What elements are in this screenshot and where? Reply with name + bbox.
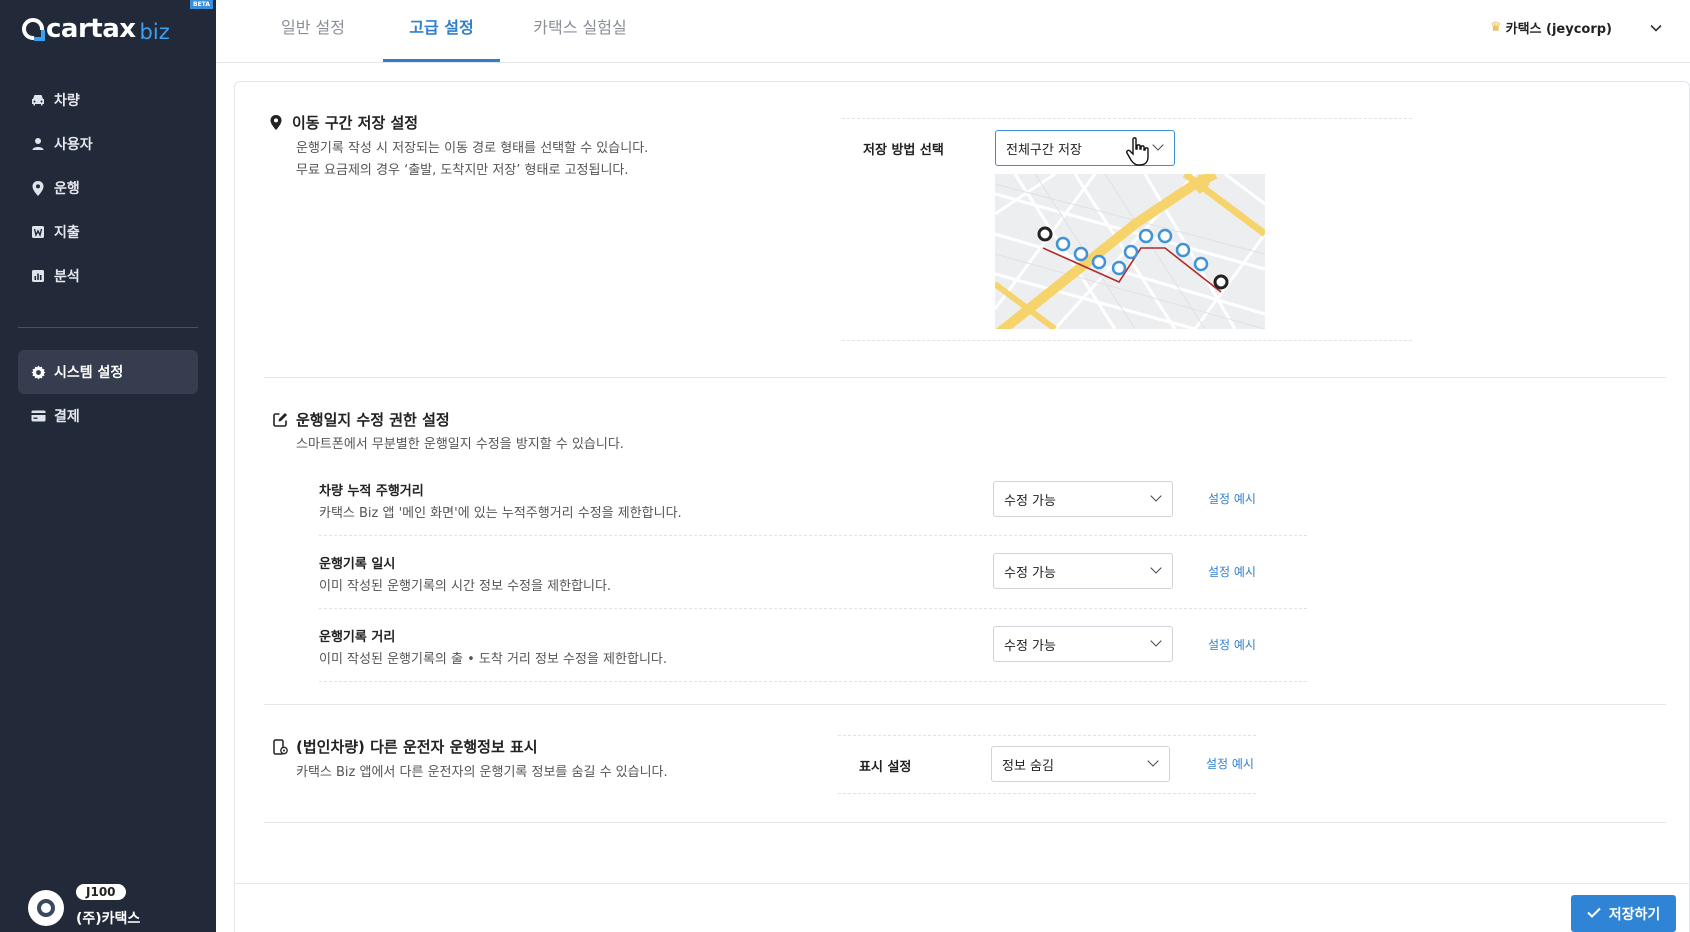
check-icon: [1587, 906, 1601, 922]
tab-cartax-lab[interactable]: 카택스 실험실: [510, 0, 650, 62]
save-button[interactable]: 저장하기: [1571, 895, 1676, 932]
sidebar-item-label: 운행: [54, 181, 80, 197]
divider: [319, 608, 1307, 609]
divider: [842, 340, 1412, 341]
sidebar-item-system-settings[interactable]: 시스템 설정: [18, 350, 198, 394]
section-title-text: (법인차량) 다른 운전자 운행정보 표시: [296, 738, 538, 756]
sidebar-item-analysis[interactable]: 분석: [18, 254, 198, 298]
sidebar-item-expense[interactable]: 지출: [18, 210, 198, 254]
route-save-desc-line1: 운행기록 작성 시 저장되는 이동 경로 형태를 선택할 수 있습니다.: [296, 141, 649, 156]
sidebar-item-vehicle[interactable]: 차량: [18, 78, 198, 122]
top-tabs-bar: 일반 설정 고급 설정 카택스 실험실 ♛ 카택스 (jeycorp): [216, 0, 1690, 63]
divider: [838, 735, 1256, 736]
sidebar-divider: [18, 327, 198, 328]
logo-mark-icon: [22, 18, 45, 41]
save-method-label: 저장 방법 선택: [863, 143, 944, 158]
sidebar-item-user[interactable]: 사용자: [18, 122, 198, 166]
sidebar-settings-nav: 시스템 설정 결제: [18, 350, 198, 438]
plan-badge: J100: [76, 884, 126, 900]
user-menu[interactable]: ♛ 카택스 (jeycorp): [1490, 18, 1662, 37]
save-button-label: 저장하기: [1608, 906, 1661, 923]
chevron-down-icon: [1150, 490, 1162, 502]
brand-name: cartax: [46, 14, 136, 44]
route-preview-map: [995, 174, 1265, 329]
tab-general-settings[interactable]: 일반 설정: [258, 0, 368, 62]
divider: [319, 535, 1307, 536]
gear-icon: [30, 364, 46, 380]
trip-time-permission-select[interactable]: 수정 가능: [993, 553, 1173, 589]
avatar: [28, 890, 64, 926]
divider: [842, 118, 1412, 119]
section-title-text: 이동 구간 저장 설정: [292, 114, 419, 132]
footer-divider: [234, 883, 1690, 884]
chevron-down-icon: [1150, 635, 1162, 647]
sidebar-item-label: 시스템 설정: [54, 365, 124, 381]
phone-lock-icon: [272, 738, 288, 755]
trip-distance-row-desc: 이미 작성된 운행기록의 출 • 도착 거리 정보 수정을 제한합니다.: [319, 652, 667, 667]
company-logo-icon: [37, 899, 55, 917]
save-method-value: 전체구간 저장: [1006, 142, 1082, 158]
sidebar-nav: 차량 사용자 운행 지출 분석: [18, 78, 198, 298]
receipt-icon: [30, 224, 46, 240]
trip-distance-row-title: 운행기록 거리: [319, 630, 396, 645]
driver-info-description: 카택스 Biz 앱에서 다른 운전자의 운행기록 정보를 숨길 수 있습니다.: [296, 765, 668, 780]
location-pin-icon: [30, 180, 46, 196]
chevron-down-icon: [1650, 20, 1662, 36]
chart-icon: [30, 268, 46, 284]
sidebar-item-label: 결제: [54, 409, 80, 425]
brand-suffix: biz: [139, 20, 170, 44]
car-icon: [30, 92, 46, 108]
trip-time-row-title: 운행기록 일시: [319, 557, 396, 572]
location-pin-icon: [268, 115, 284, 131]
section-divider: [264, 822, 1666, 823]
display-example-link[interactable]: 설정 예시: [1206, 755, 1254, 772]
divider: [838, 793, 1256, 794]
odometer-row-title: 차량 누적 주행거리: [319, 484, 424, 499]
trip-time-example-link[interactable]: 설정 예시: [1208, 563, 1256, 580]
sidebar-item-trips[interactable]: 운행: [18, 166, 198, 210]
beta-badge: BETA: [190, 0, 213, 9]
trip-time-row-desc: 이미 작성된 운행기록의 시간 정보 수정을 제한합니다.: [319, 579, 612, 594]
trip-distance-example-link[interactable]: 설정 예시: [1208, 636, 1256, 653]
crown-icon: ♛: [1489, 20, 1502, 35]
edit-icon: [272, 412, 288, 428]
brand-logo[interactable]: cartax biz: [22, 14, 170, 44]
display-setting-label: 표시 설정: [859, 760, 912, 775]
user-menu-label: 카택스 (jeycorp): [1505, 22, 1612, 37]
company-name: (주)카택스: [76, 911, 141, 927]
chevron-down-icon: [1152, 139, 1164, 151]
chevron-down-icon: [1147, 755, 1159, 767]
sidebar-item-label: 지출: [54, 225, 80, 241]
sidebar: cartax biz BETA 차량 사용자 운행 지출 분석 시스템 설정 결…: [0, 0, 216, 932]
card-icon: [30, 408, 46, 424]
driver-info-section-title: (법인차량) 다른 운전자 운행정보 표시: [272, 736, 538, 757]
tab-advanced-settings[interactable]: 고급 설정: [383, 0, 500, 62]
chevron-down-icon: [1150, 562, 1162, 574]
sidebar-item-label: 분석: [54, 269, 80, 285]
mouse-cursor-icon: [1126, 137, 1152, 171]
edit-permission-section-title: 운행일지 수정 권한 설정: [272, 409, 450, 430]
odometer-example-link[interactable]: 설정 예시: [1208, 490, 1256, 507]
trip-distance-permission-select[interactable]: 수정 가능: [993, 626, 1173, 662]
route-save-section-title: 이동 구간 저장 설정: [268, 112, 418, 133]
select-value: 정보 숨김: [1002, 758, 1054, 774]
section-divider: [264, 704, 1666, 705]
select-value: 수정 가능: [1004, 638, 1056, 654]
odometer-row-desc: 카택스 Biz 앱 '메인 화면'에 있는 누적주행거리 수정을 제한합니다.: [319, 506, 682, 521]
sidebar-item-label: 차량: [54, 93, 80, 109]
sidebar-item-label: 사용자: [54, 137, 93, 153]
divider: [319, 681, 1307, 682]
display-setting-select[interactable]: 정보 숨김: [991, 746, 1170, 782]
sidebar-item-payment[interactable]: 결제: [18, 394, 198, 438]
select-value: 수정 가능: [1004, 565, 1056, 581]
edit-permission-description: 스마트폰에서 무분별한 운행일지 수정을 방지할 수 있습니다.: [296, 437, 624, 452]
section-title-text: 운행일지 수정 권한 설정: [296, 411, 450, 429]
odometer-permission-select[interactable]: 수정 가능: [993, 481, 1173, 517]
route-save-desc-line2: 무료 요금제의 경우 ‘출발, 도착지만 저장’ 형태로 고정됩니다.: [296, 163, 629, 178]
select-value: 수정 가능: [1004, 493, 1056, 509]
section-divider: [264, 377, 1666, 378]
route-save-description: 운행기록 작성 시 저장되는 이동 경로 형태를 선택할 수 있습니다. 무료 …: [296, 138, 648, 182]
user-icon: [30, 136, 46, 152]
